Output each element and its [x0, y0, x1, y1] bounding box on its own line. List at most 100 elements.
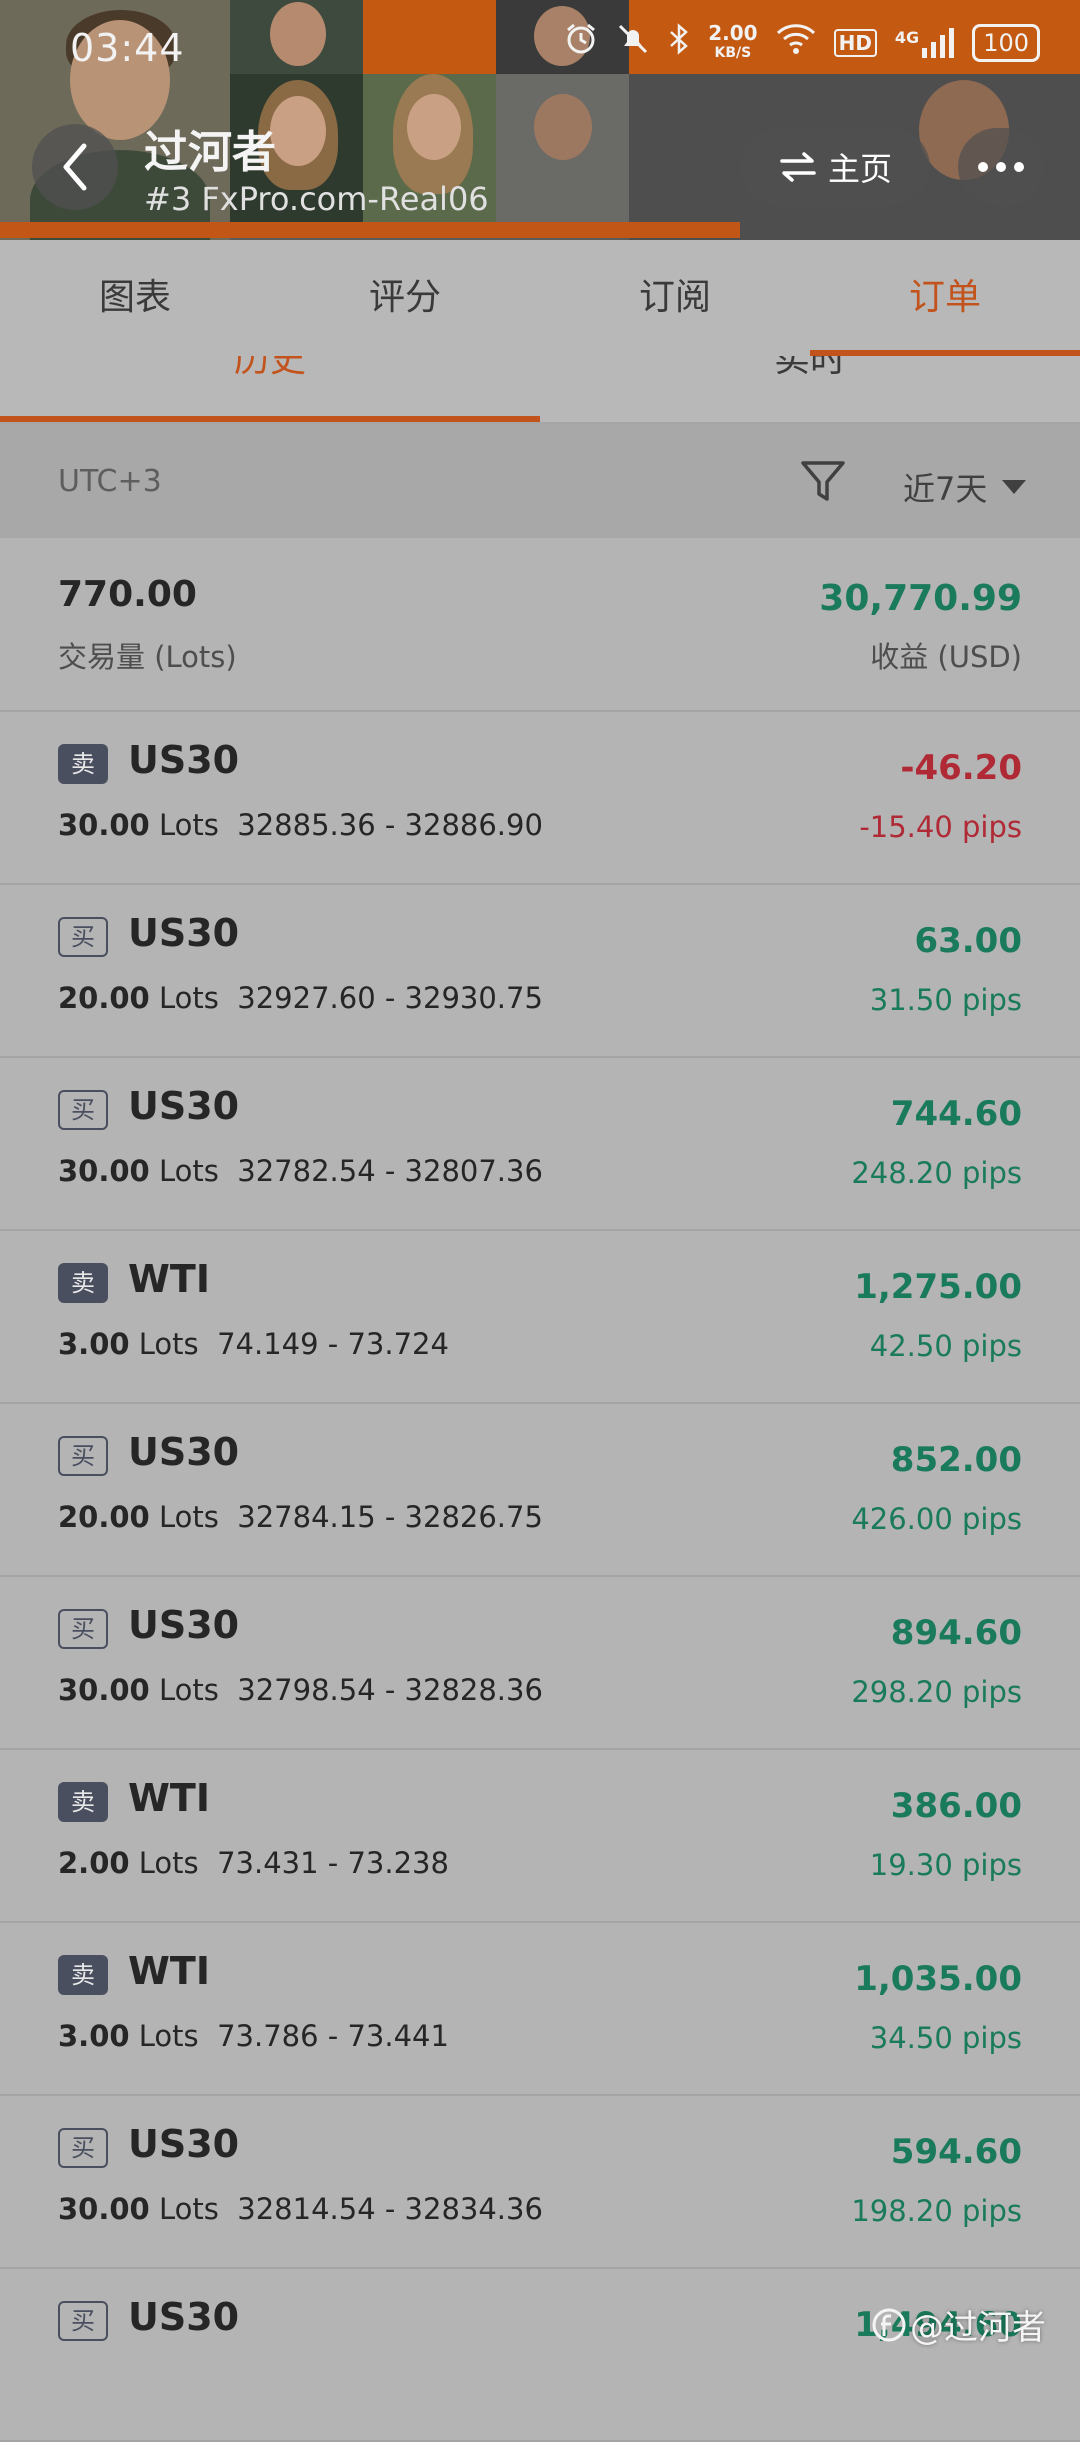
total-profit: 30,770.99	[819, 578, 1022, 619]
sell-badge: 卖	[58, 1782, 108, 1822]
order-pips: 34.50 pips	[869, 2021, 1022, 2055]
order-symbol: US30	[128, 1430, 240, 1474]
buy-badge: 买	[58, 917, 108, 957]
photo-tile	[496, 74, 629, 222]
tab-subscribe[interactable]: 订阅	[540, 240, 810, 356]
status-time: 03:44	[70, 26, 185, 70]
order-pips: 198.20 pips	[851, 2194, 1022, 2228]
order-pips: 31.50 pips	[869, 983, 1022, 1017]
more-dots-icon	[978, 162, 988, 172]
order-row[interactable]: 买 US30 30.00 Lots 32782.54 - 32807.36 74…	[0, 1058, 1080, 1231]
swap-icon	[780, 152, 816, 182]
order-symbol: US30	[128, 2295, 240, 2339]
network-speed: 2.00 KB/S	[708, 21, 758, 61]
order-detail: 20.00 Lots 32927.60 - 32930.75	[58, 981, 543, 1015]
sub-tab-bar: 历史 实时	[0, 356, 1080, 424]
home-button[interactable]: 主页	[740, 128, 930, 206]
order-symbol: WTI	[128, 1949, 210, 1993]
tab-history-label: 历史	[233, 356, 306, 380]
trader-header: 03:44 2.00 KB/S HD 4G 100 过河者 #3 FxPro.c…	[0, 0, 1080, 240]
order-row[interactable]: 买 US30 1,494.60	[0, 2269, 1080, 2442]
order-row[interactable]: 卖 US30 30.00 Lots 32885.36 - 32886.90 -4…	[0, 712, 1080, 885]
order-list: 卖 US30 30.00 Lots 32885.36 - 32886.90 -4…	[0, 712, 1080, 2442]
order-profit: 1,035.00	[854, 1959, 1022, 1999]
timezone-label: UTC+3	[58, 464, 162, 499]
platform-logo-icon	[872, 2308, 906, 2341]
order-symbol: US30	[128, 1084, 240, 1128]
order-pips: 42.50 pips	[869, 1329, 1022, 1363]
profit-label: 收益 (USD)	[870, 640, 1022, 674]
order-symbol: US30	[128, 2122, 240, 2166]
status-icons: 2.00 KB/S HD 4G 100	[564, 22, 1040, 64]
tab-chart[interactable]: 图表	[0, 240, 270, 356]
buy-badge: 买	[58, 1090, 108, 1130]
order-row[interactable]: 卖 WTI 3.00 Lots 74.149 - 73.724 1,275.00…	[0, 1231, 1080, 1404]
order-profit: 594.60	[890, 2132, 1022, 2172]
buy-badge: 买	[58, 1436, 108, 1476]
account-subtitle: #3 FxPro.com-Real06	[144, 180, 489, 218]
photo-tile	[230, 0, 363, 74]
mute-icon	[616, 22, 650, 64]
order-symbol: US30	[128, 911, 240, 955]
summary-row: 770.00 交易量 (Lots) 30,770.99 收益 (USD)	[0, 538, 1080, 712]
order-profit: 386.00	[890, 1786, 1022, 1826]
battery-indicator: 100	[972, 24, 1040, 62]
order-profit: -46.20	[900, 748, 1022, 788]
bluetooth-icon	[668, 22, 690, 64]
order-profit: 744.60	[890, 1094, 1022, 1134]
order-row[interactable]: 卖 WTI 2.00 Lots 73.431 - 73.238 386.00 1…	[0, 1750, 1080, 1923]
watermark: @过河者	[872, 2300, 1046, 2349]
order-symbol: WTI	[128, 1257, 210, 1301]
order-detail: 30.00 Lots 32782.54 - 32807.36	[58, 1154, 543, 1188]
order-pips: 298.20 pips	[851, 1675, 1022, 1709]
trader-name: 过河者	[144, 127, 276, 178]
buy-badge: 买	[58, 1609, 108, 1649]
order-detail: 3.00 Lots 73.786 - 73.441	[58, 2019, 449, 2053]
chevron-left-icon	[63, 143, 87, 191]
order-pips: 248.20 pips	[851, 1156, 1022, 1190]
more-button[interactable]	[958, 128, 1044, 206]
order-row[interactable]: 买 US30 30.00 Lots 32814.54 - 32834.36 59…	[0, 2096, 1080, 2269]
order-detail: 30.00 Lots 32798.54 - 32828.36	[58, 1673, 543, 1707]
caret-down-icon	[1002, 480, 1027, 494]
order-row[interactable]: 买 US30 20.00 Lots 32927.60 - 32930.75 63…	[0, 885, 1080, 1058]
order-symbol: US30	[128, 1603, 240, 1647]
order-row[interactable]: 买 US30 20.00 Lots 32784.15 - 32826.75 85…	[0, 1404, 1080, 1577]
order-detail: 2.00 Lots 73.431 - 73.238	[58, 1846, 449, 1880]
order-profit: 63.00	[914, 921, 1022, 961]
alarm-icon	[564, 22, 598, 64]
tab-realtime[interactable]: 实时	[540, 356, 1080, 422]
order-row[interactable]: 买 US30 30.00 Lots 32798.54 - 32828.36 89…	[0, 1577, 1080, 1750]
order-profit: 894.60	[890, 1613, 1022, 1653]
order-profit: 852.00	[890, 1440, 1022, 1480]
tab-rating[interactable]: 评分	[270, 240, 540, 356]
order-symbol: WTI	[128, 1776, 210, 1820]
tab-orders[interactable]: 订单	[810, 240, 1080, 356]
sell-badge: 卖	[58, 744, 108, 784]
home-button-label: 主页	[827, 150, 892, 188]
tab-history[interactable]: 历史	[0, 356, 540, 422]
sell-badge: 卖	[58, 1955, 108, 1995]
order-detail: 20.00 Lots 32784.15 - 32826.75	[58, 1500, 543, 1534]
order-pips: 426.00 pips	[851, 1502, 1022, 1536]
order-detail: 30.00 Lots 32814.54 - 32834.36	[58, 2192, 543, 2226]
order-row[interactable]: 卖 WTI 3.00 Lots 73.786 - 73.441 1,035.00…	[0, 1923, 1080, 2096]
order-detail: 3.00 Lots 74.149 - 73.724	[58, 1327, 449, 1361]
header-accent-strip	[0, 222, 740, 238]
sell-badge: 卖	[58, 1263, 108, 1303]
watermark-text: @过河者	[910, 2308, 1046, 2348]
total-volume: 770.00	[58, 574, 197, 615]
filter-icon[interactable]	[800, 458, 846, 508]
period-selector[interactable]: 近7天	[903, 464, 1027, 510]
period-label: 近7天	[903, 470, 988, 508]
order-detail: 30.00 Lots 32885.36 - 32886.90	[58, 808, 543, 842]
buy-badge: 买	[58, 2301, 108, 2341]
volume-label: 交易量 (Lots)	[58, 640, 237, 674]
signal-icon: 4G	[895, 28, 955, 58]
order-pips: -15.40 pips	[859, 810, 1022, 844]
hd-icon: HD	[833, 29, 877, 57]
buy-badge: 买	[58, 2128, 108, 2168]
wifi-icon	[776, 23, 816, 63]
main-tab-bar: 图表 评分 订阅 订单	[0, 240, 1080, 358]
back-button[interactable]	[32, 124, 118, 210]
